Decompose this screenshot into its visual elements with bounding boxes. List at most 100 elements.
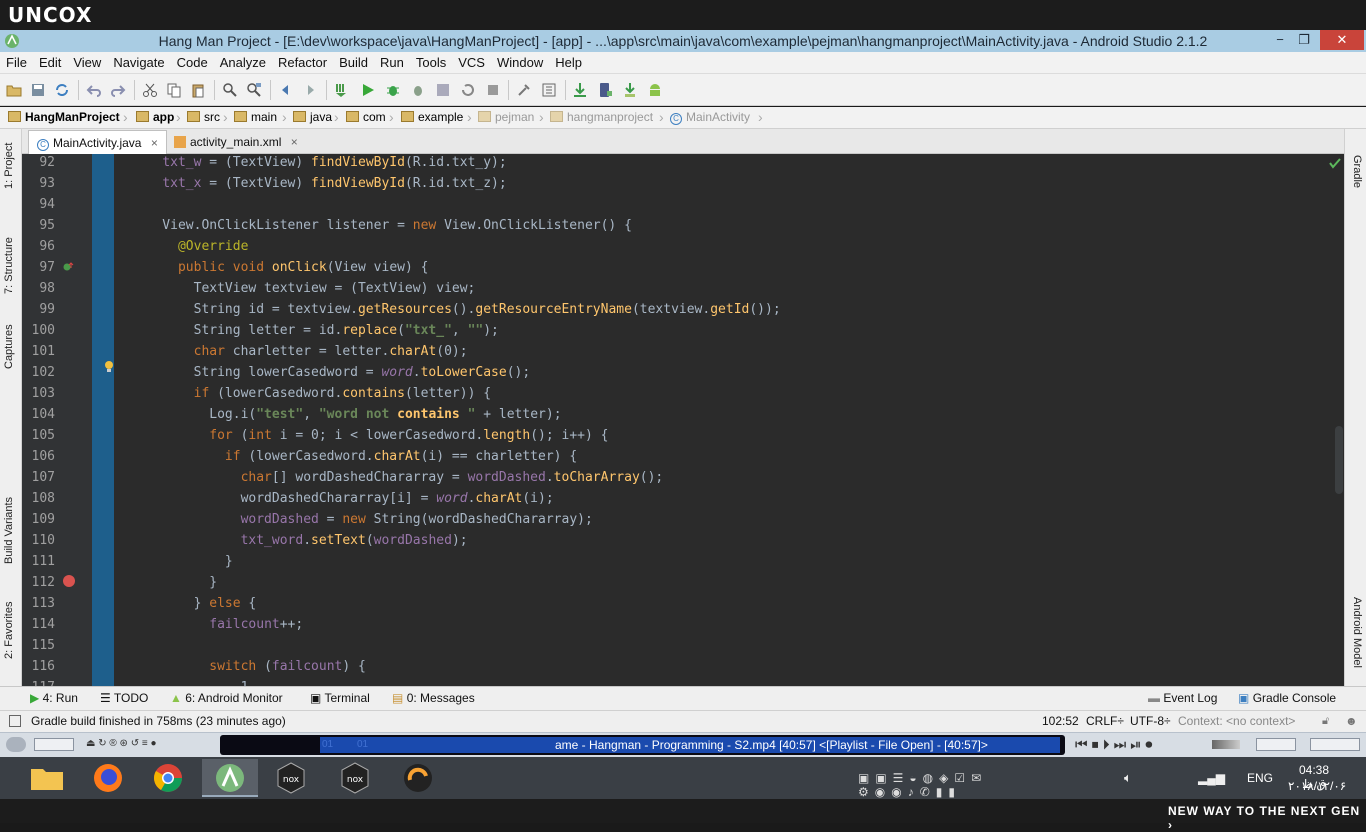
menu-tools[interactable]: Tools — [410, 52, 452, 70]
breakpoint-marker[interactable] — [63, 575, 75, 587]
favorites-tool-tab[interactable]: 2: Favorites — [3, 602, 15, 659]
gradle-tool-tab[interactable]: Gradle — [1351, 155, 1363, 188]
crumb-pejman[interactable]: pejman — [478, 110, 534, 126]
code-line[interactable]: 94 — [22, 194, 1344, 215]
code-line[interactable]: 114 failcount++; — [22, 614, 1344, 635]
captures-tool-tab[interactable]: Captures — [3, 324, 15, 369]
sync-icon[interactable] — [54, 82, 70, 98]
tab-mainactivity-java[interactable]: C MainActivity.java × — [28, 130, 167, 154]
copy-icon[interactable] — [166, 82, 182, 98]
code-line[interactable]: 105 for (int i = 0; i < lowerCasedword.l… — [22, 425, 1344, 446]
menu-view[interactable]: View — [67, 52, 107, 70]
android-monitor-tool-tab[interactable]: ▲ 6: Android Monitor — [170, 691, 283, 705]
caret-position[interactable]: 102:52 — [1042, 714, 1079, 728]
project-structure-icon[interactable] — [516, 82, 532, 98]
build-variants-tool-tab[interactable]: Build Variants — [3, 497, 15, 564]
editor-scrollbar-thumb[interactable] — [1335, 426, 1343, 494]
override-marker-icon[interactable] — [62, 261, 74, 273]
sdk-manager-icon[interactable] — [622, 82, 638, 98]
event-log-tool-tab[interactable]: ▬ Event Log — [1148, 691, 1217, 705]
nox-player-taskbar-item-2[interactable]: nox — [327, 759, 383, 797]
context-indicator[interactable]: Context: <no context> — [1178, 714, 1295, 728]
avd-manager-icon[interactable] — [597, 82, 613, 98]
coverage-icon[interactable] — [435, 82, 451, 98]
crumb-com[interactable]: com — [346, 110, 386, 126]
back-icon[interactable] — [278, 82, 294, 98]
code-line[interactable]: 102 String lowerCasedword = word.toLower… — [22, 362, 1344, 383]
lock-icon[interactable]: 🔓︎ — [1322, 715, 1329, 728]
volume-slider[interactable] — [1212, 740, 1240, 749]
settings-icon[interactable] — [541, 82, 557, 98]
menu-refactor[interactable]: Refactor — [272, 52, 333, 70]
chrome-taskbar-item[interactable] — [140, 759, 196, 797]
menu-vcs[interactable]: VCS — [452, 52, 491, 70]
menu-run[interactable]: Run — [374, 52, 410, 70]
redo-icon[interactable] — [110, 82, 126, 98]
code-line[interactable]: 107 char[] wordDashedChararray = wordDas… — [22, 467, 1344, 488]
make-project-icon[interactable] — [334, 82, 350, 98]
crumb-hangmanproject[interactable]: hangmanproject — [550, 110, 653, 126]
code-line[interactable]: 104 Log.i("test", "word not contains " +… — [22, 404, 1344, 425]
menu-window[interactable]: Window — [491, 52, 549, 70]
player-window-buttons[interactable] — [1310, 738, 1360, 751]
code-line[interactable]: 110 txt_word.setText(wordDashed); — [22, 530, 1344, 551]
close-button[interactable]: ✕ — [1320, 30, 1364, 50]
terminal-tool-tab[interactable]: ▣ Terminal — [310, 691, 370, 705]
file-encoding[interactable]: UTF-8÷ — [1130, 714, 1171, 728]
code-line[interactable]: 100 String letter = id.replace("txt_", "… — [22, 320, 1344, 341]
code-line[interactable]: 117 1 — [22, 677, 1344, 686]
find-icon[interactable] — [222, 82, 238, 98]
tab-activity-main-xml[interactable]: activity_main.xml × — [166, 130, 306, 154]
menu-file[interactable]: File — [0, 52, 33, 70]
stop-icon[interactable] — [485, 82, 501, 98]
apply-changes-icon[interactable] — [460, 82, 476, 98]
code-line[interactable]: 113 } else { — [22, 593, 1344, 614]
crumb-app[interactable]: app — [136, 110, 174, 126]
speaker-icon[interactable]: 🔈︎ — [1124, 770, 1132, 786]
code-line[interactable]: 97 public void onClick(View view) { — [22, 257, 1344, 278]
maximize-button[interactable]: ❐ — [1290, 30, 1318, 50]
crumb-java[interactable]: java — [293, 110, 332, 126]
code-line[interactable]: 92 txt_w = (TextView) findViewById(R.id.… — [22, 154, 1344, 173]
nox-player-taskbar-item-1[interactable]: nox — [263, 759, 319, 797]
undo-icon[interactable] — [86, 82, 102, 98]
view-mode-buttons[interactable] — [34, 738, 74, 751]
debug-icon[interactable] — [385, 82, 401, 98]
gradle-sync-icon[interactable] — [572, 82, 588, 98]
replace-icon[interactable] — [246, 82, 262, 98]
lightbulb-icon[interactable] — [103, 360, 115, 374]
menu-help[interactable]: Help — [549, 52, 588, 70]
player-mode-buttons[interactable] — [1256, 738, 1296, 751]
menu-code[interactable]: Code — [171, 52, 214, 70]
tab-close-icon[interactable]: × — [291, 135, 298, 149]
code-line[interactable]: 96 @Override — [22, 236, 1344, 257]
structure-tool-tab[interactable]: 7: Structure — [3, 237, 15, 294]
todo-tool-tab[interactable]: ☰ TODO — [100, 691, 148, 705]
media-player-taskbar-item[interactable] — [390, 759, 446, 797]
player-controls-left[interactable]: ⏏ ↻ ® ⊛ ↺ ≡ ● — [86, 738, 206, 751]
line-separator[interactable]: CRLF÷ — [1086, 714, 1124, 728]
code-line[interactable]: 101 char charletter = letter.charAt(0); — [22, 341, 1344, 362]
code-line[interactable]: 116 switch (failcount) { — [22, 656, 1344, 677]
file-explorer-taskbar-item[interactable] — [20, 759, 76, 797]
menu-navigate[interactable]: Navigate — [107, 52, 170, 70]
paste-icon[interactable] — [190, 82, 206, 98]
cut-icon[interactable] — [142, 82, 158, 98]
code-line[interactable]: 99 String id = textview.getResources().g… — [22, 299, 1344, 320]
project-tool-tab[interactable]: 1: Project — [3, 143, 15, 189]
clock-date[interactable]: ۲۰۱۸/۱۲/۰۶ — [1288, 779, 1346, 793]
code-editor[interactable]: 92 txt_w = (TextView) findViewById(R.id.… — [22, 154, 1344, 686]
tray-icons[interactable]: ▣▣☰◒◍◈☑✉⚙◉◉♪✆▮▮ — [858, 771, 1058, 799]
crumb-main[interactable]: main — [234, 110, 277, 126]
tab-close-icon[interactable]: × — [151, 136, 158, 150]
tool-window-toggle-icon[interactable] — [9, 715, 21, 727]
android-model-tool-tab[interactable]: Android Model — [1351, 597, 1363, 668]
inspector-icon[interactable]: ☻ — [1345, 714, 1358, 728]
android-device-monitor-icon[interactable] — [647, 82, 663, 98]
code-line[interactable]: 108 wordDashedChararray[i] = word.charAt… — [22, 488, 1344, 509]
code-line[interactable]: 98 TextView textview = (TextView) view; — [22, 278, 1344, 299]
firefox-taskbar-item[interactable] — [80, 759, 136, 797]
attach-debugger-icon[interactable] — [410, 82, 426, 98]
code-line[interactable]: 112 } — [22, 572, 1344, 593]
crumb-mainactivity[interactable]: C MainActivity — [670, 110, 750, 126]
